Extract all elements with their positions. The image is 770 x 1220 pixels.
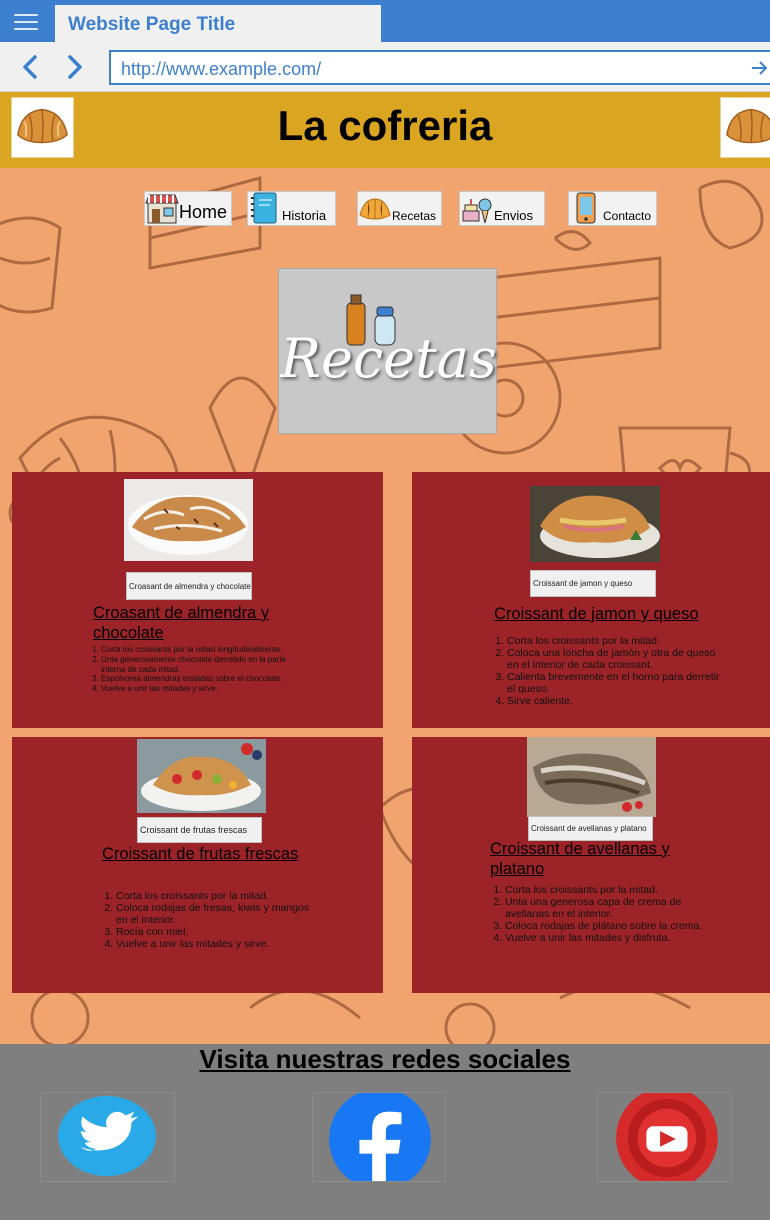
- phone-icon: [569, 191, 603, 225]
- site-title: La cofreria: [277, 102, 493, 149]
- recipe-title[interactable]: Croissant de frutas frescas: [102, 845, 352, 865]
- go-arrow-icon[interactable]: [752, 58, 768, 78]
- menu-icon[interactable]: [14, 14, 38, 30]
- recipe-step: Unta generosamente chocolate derretido e…: [101, 655, 294, 675]
- recipe-step: Corta los croissants por la mitad.: [507, 635, 720, 647]
- recipe-photo: [530, 486, 660, 562]
- recipe-card-jamon: Croissant de jamon y queso Croissant de …: [412, 472, 770, 728]
- notebook-icon: [248, 191, 282, 225]
- recipe-steps: Corta los croissants por la mitad. Coloc…: [490, 635, 720, 707]
- nav-item-envios[interactable]: Envios: [459, 191, 545, 226]
- recipe-photo: [124, 479, 253, 561]
- nav-label-home: Home: [179, 202, 228, 222]
- recipe-photo: [137, 739, 266, 813]
- back-button[interactable]: [15, 52, 45, 82]
- facebook-link[interactable]: [312, 1088, 446, 1191]
- recipe-step: Coloca rodajas de fresas, kiwis y mangos…: [116, 902, 314, 926]
- chevron-left-icon: [23, 55, 37, 79]
- recipe-step: Calienta brevemente en el horno para der…: [507, 671, 720, 695]
- nav-item-home[interactable]: Home: [144, 191, 232, 226]
- recipe-card-almendra: Croasant de almendra y chocolate Croasan…: [12, 472, 383, 728]
- recipe-caption: Croissant de avellanas y platano: [528, 816, 653, 841]
- nav-label-recetas: Recetas: [392, 209, 437, 223]
- recipe-step: Rocía con miel.: [116, 926, 314, 938]
- forward-button[interactable]: [60, 52, 90, 82]
- browser-navbar: http://www.example.com/: [0, 42, 770, 92]
- nav-label-historia: Historia: [282, 208, 327, 223]
- address-bar[interactable]: http://www.example.com/: [109, 50, 770, 85]
- recipe-title[interactable]: Croissant de avellanas y platano: [490, 840, 725, 880]
- facebook-icon: [329, 1088, 431, 1191]
- site-header: La cofreria: [0, 92, 770, 168]
- croissant-icon: [721, 98, 770, 157]
- croissant-icon: [358, 191, 392, 225]
- recipe-steps: Corta los croissants por la mitad. Unta …: [488, 884, 718, 944]
- recipe-step: Vuelve a unir las mitades y sirve.: [116, 938, 314, 950]
- recipe-steps: Corta los croissants por la mitad. Coloc…: [99, 890, 314, 950]
- recipe-card-avellanas: Croissant de avellanas y platano Croissa…: [412, 737, 770, 993]
- recipe-card-frutas: Croissant de frutas frescas Croissant de…: [12, 737, 383, 993]
- url-text: http://www.example.com/: [121, 59, 322, 79]
- nav-item-recetas[interactable]: Recetas: [357, 191, 442, 226]
- tab-title: Website Page Title: [68, 14, 236, 35]
- browser-titlebar: Website Page Title: [0, 0, 770, 42]
- recipe-title[interactable]: Croissant de jamon y queso: [494, 605, 754, 625]
- recipe-step: Unta una generosa capa de crema de avell…: [505, 896, 718, 920]
- browser-tab[interactable]: Website Page Title: [55, 5, 381, 42]
- recipe-step: Corta los croissants por la mitad.: [116, 890, 314, 902]
- cake-delivery-icon: [460, 191, 494, 225]
- nav-label-contacto: Contacto: [603, 209, 652, 223]
- recipe-step: Corta los croissants por la mitad.: [505, 884, 718, 896]
- recipe-steps: Corta los croissants por la mitad longit…: [84, 645, 294, 694]
- recipe-photo: [527, 737, 656, 817]
- recipe-step: Coloca una loncha de jamón y otra de que…: [507, 647, 720, 671]
- recipe-caption: Croasant de almendra y chocolate: [126, 572, 252, 600]
- youtube-icon: [616, 1087, 718, 1189]
- recipe-step: Corta los croissants por la mitad longit…: [101, 645, 294, 655]
- nav-label-envios: Envios: [494, 208, 534, 223]
- recetas-banner: Recetas: [278, 268, 497, 434]
- recipe-title[interactable]: Croasant de almendra y chocolate: [93, 604, 323, 644]
- croissant-logo-right[interactable]: [720, 97, 770, 158]
- nav-item-historia[interactable]: Historia: [247, 191, 336, 226]
- social-heading: Visita nuestras redes sociales: [199, 1044, 571, 1074]
- recetas-banner-text: Recetas: [280, 327, 497, 390]
- recipe-step: Sirve caliente.: [507, 695, 720, 707]
- twitter-icon: [58, 1095, 156, 1177]
- nav-item-contacto[interactable]: Contacto: [568, 191, 657, 226]
- youtube-link[interactable]: [597, 1087, 732, 1189]
- chevron-right-icon: [68, 55, 82, 79]
- recipe-step: Vuelve a unir las mitades y sirve.: [101, 684, 294, 694]
- bakery-shop-icon: [145, 191, 179, 225]
- recipe-step: Vuelve a unir las mitades y disfruta.: [505, 932, 718, 944]
- recipe-caption: Croissant de frutas frescas: [137, 817, 262, 843]
- recipe-step: Coloca rodajas de plátano sobre la crema…: [505, 920, 718, 932]
- twitter-link[interactable]: [40, 1092, 175, 1182]
- web-page: La cofreria Home Historia Recetas Envios…: [0, 92, 770, 1220]
- recipe-step: Espolvorea almendras tostadas sobre el c…: [101, 674, 294, 684]
- recipe-caption: Croissant de jamon y queso: [530, 570, 656, 597]
